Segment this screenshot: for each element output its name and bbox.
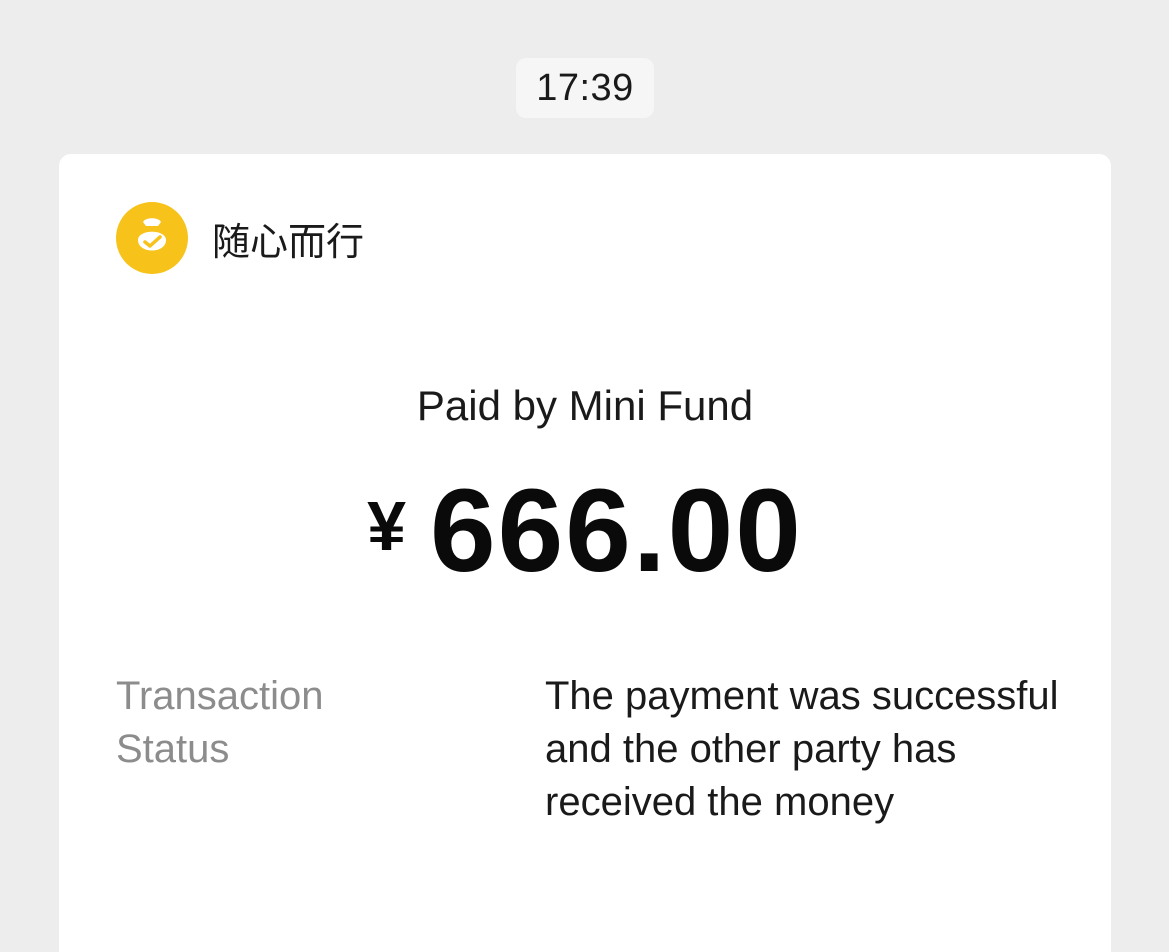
message-timestamp: 17:39 (516, 58, 654, 118)
currency-symbol: ¥ (367, 487, 406, 565)
payment-amount: ¥ 666.00 (59, 472, 1111, 590)
detail-label: Transaction Status (116, 674, 324, 771)
chat-screen: 17:39 随心而行 Paid by Mini Fund ¥ 666.00 Tr… (0, 0, 1169, 952)
merchant-name: 随心而行 (212, 219, 365, 264)
detail-value: The payment was successful and the other… (545, 674, 1059, 824)
payment-notification-card[interactable]: 随心而行 Paid by Mini Fund ¥ 666.00 Transact… (59, 154, 1111, 952)
mini-fund-bag-icon (116, 202, 188, 274)
merchant-header[interactable]: 随心而行 (116, 202, 364, 274)
amount-value: 666.00 (430, 465, 803, 597)
payment-method-text: Paid by Mini Fund (416, 382, 754, 429)
